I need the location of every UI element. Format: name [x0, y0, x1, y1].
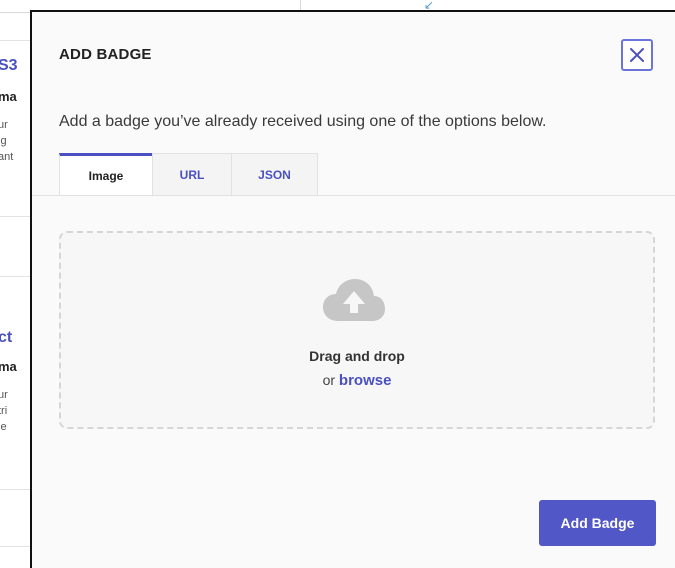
- background-card-title: S3: [0, 57, 18, 74]
- browse-link[interactable]: browse: [339, 372, 392, 389]
- add-badge-button[interactable]: Add Badge: [539, 500, 656, 546]
- background-card-title: ct: [0, 329, 13, 346]
- background-card-text: ig: [0, 135, 7, 147]
- dropzone-or-line: or browse: [61, 372, 653, 389]
- tab-json[interactable]: JSON: [231, 153, 318, 195]
- background-card-subtitle: ma: [0, 89, 17, 104]
- background-card-subtitle: ma: [0, 359, 17, 374]
- background-card-text: ie: [0, 421, 7, 433]
- modal-description: Add a badge you’ve already received usin…: [59, 113, 547, 130]
- background-card-text: tri: [0, 405, 8, 417]
- image-dropzone[interactable]: Drag and drop or browse: [59, 231, 655, 429]
- add-badge-modal: ADD BADGE Add a badge you’ve already rec…: [30, 10, 675, 568]
- dropzone-instruction: Drag and drop: [309, 348, 405, 364]
- tab-url[interactable]: URL: [152, 153, 232, 195]
- badge-source-tabs: Image URL JSON: [59, 153, 318, 195]
- cloud-upload-icon: [323, 279, 385, 321]
- tabs-divider: [32, 195, 675, 196]
- tab-image[interactable]: Image: [59, 153, 153, 195]
- background-card-text: ur: [0, 119, 8, 131]
- dropzone-or-text: or: [322, 372, 336, 388]
- background-card-text: ur: [0, 389, 8, 401]
- close-icon: [630, 48, 644, 62]
- modal-title: ADD BADGE: [59, 46, 152, 63]
- close-button[interactable]: [621, 39, 653, 71]
- background-card-text: ant: [0, 151, 14, 163]
